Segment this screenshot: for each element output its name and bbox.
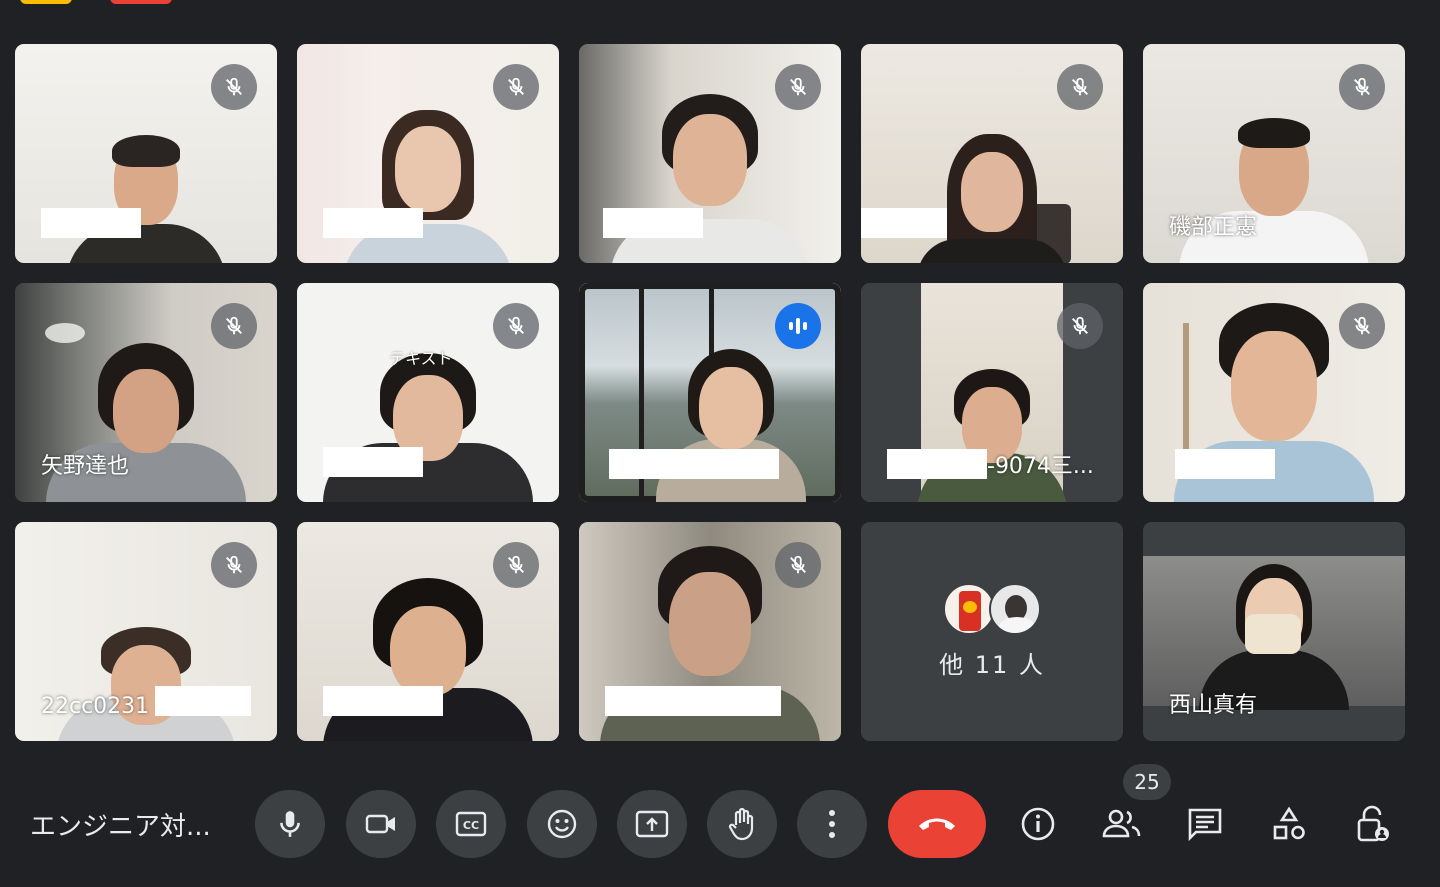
participant-tile[interactable]: 磯部正憲 [1143, 44, 1405, 263]
camera-button[interactable] [346, 790, 416, 858]
participant-name: 22cc0231 [41, 694, 150, 719]
participant-tile[interactable]: -9074三... [861, 283, 1123, 502]
captions-icon: CC [455, 811, 487, 837]
participant-tile[interactable] [1143, 283, 1405, 502]
mic-off-icon [775, 542, 821, 588]
participant-grid: 磯部正憲 矢野達也 テキスト -9074三... 22cc0231 他 11 人… [15, 44, 1405, 741]
avatar [989, 583, 1041, 635]
top-chip-red [110, 0, 172, 4]
mic-off-icon [211, 303, 257, 349]
participant-tile-speaking[interactable] [579, 283, 841, 502]
present-icon [635, 810, 669, 838]
mic-off-icon [1339, 64, 1385, 110]
redaction [609, 449, 779, 479]
control-bar: エンジニア対... CC 25 [0, 764, 1440, 870]
top-chip-yellow [20, 0, 72, 4]
activities-icon [1273, 806, 1305, 840]
meeting-info-button[interactable] [1010, 790, 1066, 858]
host-controls-icon [1357, 805, 1389, 842]
mic-off-icon [775, 64, 821, 110]
mic-off-icon [211, 64, 257, 110]
raise-hand-icon [728, 807, 754, 841]
participant-tile[interactable] [579, 44, 841, 263]
redaction [603, 208, 703, 238]
redaction [1175, 449, 1275, 479]
participant-tile[interactable] [297, 522, 559, 741]
redaction [41, 208, 141, 238]
mic-button[interactable] [255, 790, 325, 858]
participant-tile[interactable]: 西山真有 [1143, 522, 1405, 741]
redaction [323, 447, 423, 477]
chat-button[interactable] [1177, 790, 1233, 858]
mic-off-icon [493, 542, 539, 588]
camera-icon [365, 814, 395, 834]
others-count-label: 他 11 人 [939, 651, 1045, 679]
redaction [605, 686, 781, 716]
others-tile[interactable]: 他 11 人 [861, 522, 1123, 741]
mic-off-icon [211, 542, 257, 588]
mic-off-icon [493, 303, 539, 349]
mic-icon [280, 811, 300, 837]
mic-off-icon [1057, 64, 1103, 110]
redaction [887, 449, 987, 479]
people-button[interactable] [1094, 790, 1150, 858]
redaction [155, 686, 251, 716]
mic-off-icon [1339, 303, 1385, 349]
participant-name: 矢野達也 [41, 454, 130, 479]
participant-name: 西山真有 [1169, 693, 1258, 718]
redaction [323, 686, 443, 716]
participant-tile[interactable] [861, 44, 1123, 263]
host-controls-button[interactable] [1345, 790, 1401, 858]
chat-icon [1188, 808, 1222, 841]
participant-name: 磯部正憲 [1169, 215, 1258, 240]
raise-hand-button[interactable] [707, 790, 777, 858]
emoji-icon [547, 809, 577, 839]
redaction [323, 208, 423, 238]
svg-text:CC: CC [463, 819, 479, 832]
participant-tile[interactable]: 22cc0231 [15, 522, 277, 741]
participant-tile[interactable] [15, 44, 277, 263]
meeting-title[interactable]: エンジニア対... [30, 806, 211, 843]
activities-button[interactable] [1261, 790, 1317, 858]
end-call-button[interactable] [888, 790, 986, 858]
present-button[interactable] [617, 790, 687, 858]
redaction [861, 208, 947, 238]
mic-off-icon [493, 64, 539, 110]
overlay-text: テキスト [389, 349, 453, 368]
end-call-icon [919, 818, 955, 830]
reactions-button[interactable] [527, 790, 597, 858]
participant-tile[interactable] [297, 44, 559, 263]
captions-button[interactable]: CC [436, 790, 506, 858]
others-avatars [943, 583, 1041, 635]
participant-tile[interactable]: 矢野達也 [15, 283, 277, 502]
avatar [943, 583, 995, 635]
speaking-icon [775, 303, 821, 349]
people-icon [1102, 809, 1141, 838]
participant-name: -9074三... [987, 454, 1094, 479]
mic-off-icon [1057, 303, 1103, 349]
participant-tile[interactable]: テキスト [297, 283, 559, 502]
more-icon [829, 810, 835, 838]
more-options-button[interactable] [797, 790, 867, 858]
info-icon [1021, 807, 1055, 841]
participant-tile[interactable] [579, 522, 841, 741]
